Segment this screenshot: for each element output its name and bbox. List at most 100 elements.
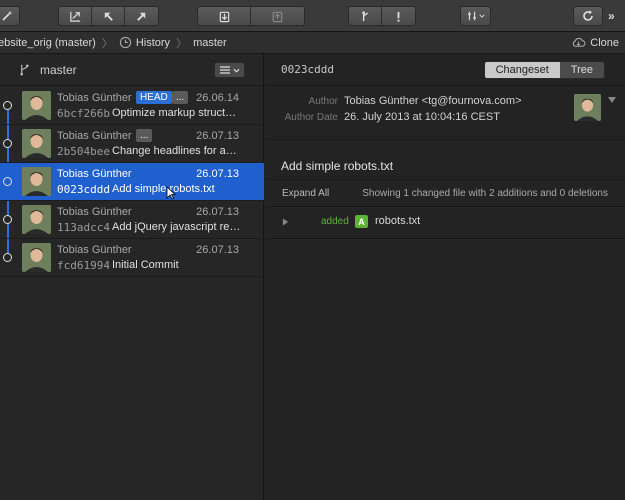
commit-list-panel: master Tobias Günther HEAD ... 26.06.14 … (0, 54, 264, 500)
file-status: added (321, 216, 349, 227)
added-badge-icon: A (355, 215, 368, 228)
commit-author: Tobias Günther (57, 206, 132, 218)
overflow-icon[interactable]: » (608, 9, 615, 23)
avatar (22, 91, 51, 120)
toolbar: » (0, 0, 625, 32)
detail-header: 0023cddd Changeset Tree (265, 54, 625, 86)
commit-row-selected[interactable]: Tobias Günther 26.07.13 0023cddd Add sim… (0, 163, 264, 201)
avatar (22, 243, 51, 272)
branch-button[interactable] (349, 7, 382, 25)
commit-node (3, 215, 12, 224)
changes-summary: Showing 1 changed file with 2 additions … (362, 188, 608, 199)
commit-row[interactable]: Tobias Günther 26.07.13 113adcc4 Add jQu… (0, 201, 264, 239)
clone-button[interactable]: Clone (571, 36, 619, 49)
commit-date: 26.07.13 (196, 130, 239, 142)
sliders-icon (467, 11, 476, 21)
clipboard-up-icon (272, 11, 283, 22)
breadcrumb: ebsite_orig (master) 〉 History 〉 master … (0, 32, 625, 54)
commit-date: 26.06.14 (196, 92, 239, 104)
commit-node (3, 101, 12, 110)
chart-arrow-icon (69, 11, 80, 22)
branch-name: master (40, 62, 77, 77)
author-value: Tobias Günther <tg@fournova.com> (344, 95, 522, 107)
commit-row[interactable]: Tobias Günther HEAD ... 26.06.14 6bcf266… (0, 87, 264, 125)
back-button[interactable] (92, 7, 125, 25)
refresh-icon (583, 10, 593, 21)
avatar (22, 167, 51, 196)
magic-wand-button[interactable] (0, 6, 20, 26)
view-options-button[interactable] (214, 62, 245, 78)
forward-button[interactable] (125, 7, 158, 25)
branch-header: master (0, 54, 263, 86)
commit-hash: 2b504bee (57, 145, 110, 158)
commit-author: Tobias Günther (57, 92, 132, 104)
tab-changeset[interactable]: Changeset (484, 62, 560, 78)
branch-icon (361, 10, 368, 21)
clipboard-down-icon (219, 11, 229, 22)
file-row[interactable]: added A robots.txt (265, 207, 625, 238)
divider (265, 238, 625, 239)
disclosure-triangle-icon[interactable] (282, 218, 289, 226)
history-nav-group (58, 6, 159, 26)
commit-hash: 0023cddd (57, 183, 110, 196)
avatar (22, 129, 51, 158)
more-refs-badge[interactable]: ... (136, 129, 153, 142)
arrow-up-left-icon (104, 12, 113, 21)
mouse-cursor-icon (166, 186, 176, 200)
commit-message: Optimize markup structur… (112, 107, 242, 119)
commit-date: 26.07.13 (196, 206, 239, 218)
branch-icon (20, 64, 29, 76)
commit-date: 26.07.13 (196, 244, 239, 256)
divider (265, 139, 625, 140)
breadcrumb-separator: 〉 (101, 37, 113, 50)
chevron-down-icon (478, 14, 485, 18)
author-label: Author (308, 96, 338, 107)
more-refs-badge[interactable]: ... (172, 91, 189, 104)
commit-node (3, 139, 12, 148)
merge-menu-button[interactable] (460, 6, 491, 26)
clock-icon (119, 36, 131, 49)
commit-message: Change headlines for abo… (112, 145, 242, 157)
disclosure-triangle-icon[interactable] (608, 96, 616, 104)
breadcrumb-repo-label: ebsite_orig (master) (0, 36, 96, 49)
commit-author: Tobias Günther (57, 130, 132, 142)
stash-button[interactable] (198, 7, 251, 25)
branch-group (348, 6, 416, 26)
breadcrumb-history[interactable]: History (119, 36, 170, 49)
tag-button[interactable] (382, 7, 415, 25)
view-mode-segmented: Changeset Tree (483, 61, 605, 79)
commit-author: Tobias Günther (57, 168, 132, 180)
apply-stash-button[interactable] (251, 7, 304, 25)
cloud-download-icon (573, 37, 586, 47)
expand-all-button[interactable]: Expand All (282, 188, 329, 199)
commit-message: Add jQuery javascript res… (112, 221, 242, 233)
commit-row[interactable]: Tobias Günther 26.07.13 fcd61994 Initial… (0, 239, 264, 277)
clone-label: Clone (590, 36, 619, 49)
commit-row[interactable]: Tobias Günther ... 26.07.13 2b504bee Cha… (0, 125, 264, 163)
commit-message: Add simple robots.txt (112, 183, 215, 195)
refresh-button[interactable] (573, 6, 603, 26)
breadcrumb-history-label: History (135, 36, 171, 49)
author-date-value: 26. July 2013 at 10:04:16 CEST (344, 111, 500, 123)
breadcrumb-repo[interactable]: ebsite_orig (master) (0, 37, 96, 49)
avatar (22, 205, 51, 234)
exclamation-icon (397, 11, 400, 22)
breadcrumb-branch[interactable]: master (193, 37, 227, 49)
author-date-label: Author Date (284, 112, 338, 123)
list-icon (220, 66, 230, 74)
tab-tree[interactable]: Tree (559, 62, 604, 78)
commit-author: Tobias Günther (57, 244, 132, 256)
commit-message: Initial Commit (112, 259, 179, 271)
commit-node (3, 177, 12, 186)
commit-hash: 113adcc4 (57, 221, 110, 234)
magic-wand-icon (2, 11, 12, 21)
stash-group (197, 6, 305, 26)
chevron-down-icon (233, 68, 240, 73)
arrow-up-right-icon (137, 12, 146, 21)
commit-subject: Add simple robots.txt (281, 159, 394, 173)
detail-hash: 0023cddd (281, 63, 334, 76)
divider (265, 179, 625, 180)
commit-date: 26.07.13 (196, 168, 239, 180)
show-history-button[interactable] (59, 7, 92, 25)
breadcrumb-separator: 〉 (176, 37, 188, 50)
